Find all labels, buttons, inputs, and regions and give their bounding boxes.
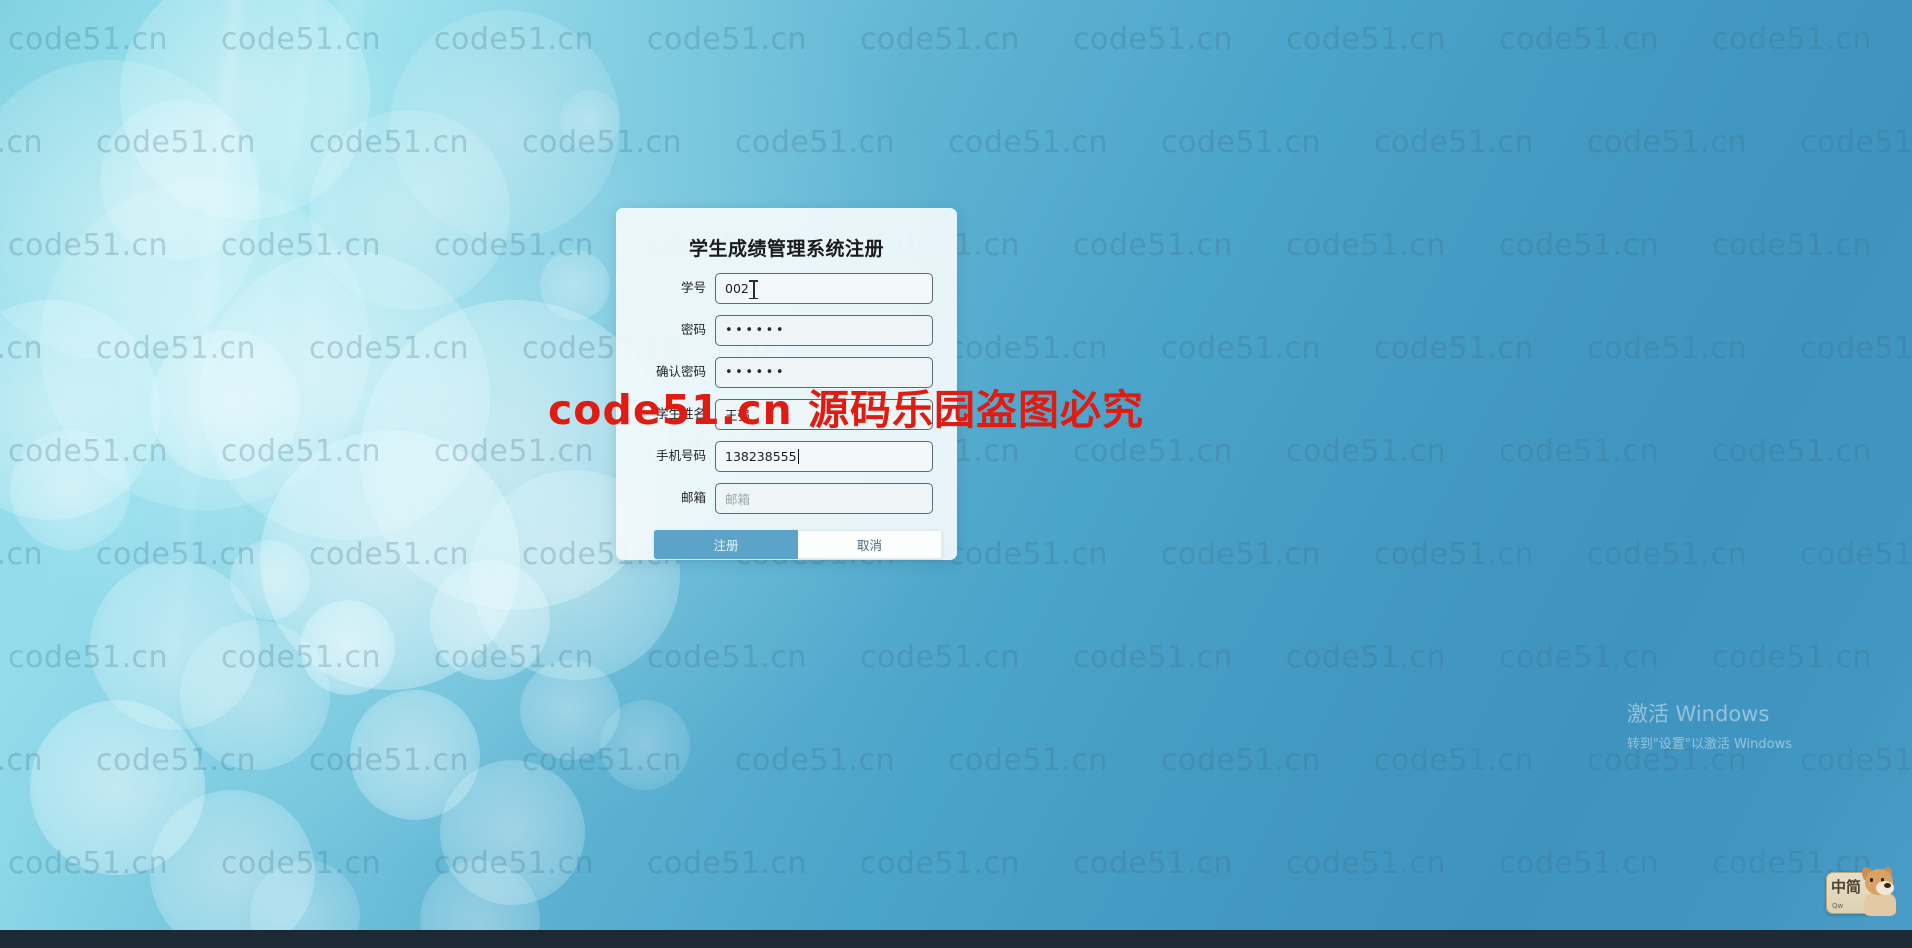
email-input[interactable]: 邮箱 (715, 483, 933, 514)
form-row-password: 密码 •••••• (620, 315, 933, 346)
phone-number-input[interactable]: 138238555 (715, 441, 933, 472)
form-row-student-name: 学生姓名 王强 (620, 399, 933, 430)
label-student-name: 学生姓名 (655, 406, 706, 422)
confirm-password-input[interactable]: •••••• (715, 357, 933, 388)
ibeam-cursor-icon (749, 280, 758, 299)
registration-card: 学生成绩管理系统注册 学号 002 密码 •••••• 确认密码 •••••• 学生姓名 王强… (616, 208, 957, 560)
page-title: 学生成绩管理系统注册 (688, 238, 884, 260)
text-caret (797, 449, 799, 464)
taskbar[interactable] (0, 930, 1912, 948)
student-name-value: 王强 (725, 408, 751, 423)
confirm-password-value: •••••• (725, 365, 787, 380)
student-id-value: 002 (725, 281, 749, 296)
password-value: •••••• (725, 323, 787, 338)
form-row-phone-number: 手机号码 138238555 (620, 441, 933, 472)
form-row-confirm-password: 确认密码 •••••• (620, 357, 933, 388)
register-button[interactable]: 注册 (654, 530, 798, 559)
ime-widget[interactable]: 中简 Qw (1826, 865, 1896, 918)
form-actions: 注册 取消 (654, 530, 942, 559)
student-name-input[interactable]: 王强 (715, 399, 933, 430)
student-id-input[interactable]: 002 (715, 273, 933, 304)
ime-sub-label: Qw (1832, 902, 1844, 910)
label-email: 邮箱 (680, 490, 706, 506)
label-phone-number: 手机号码 (655, 448, 706, 464)
password-input[interactable]: •••••• (715, 315, 933, 346)
form-row-student-id: 学号 002 (620, 273, 933, 304)
label-password: 密码 (680, 322, 706, 338)
email-placeholder: 邮箱 (725, 492, 751, 507)
registration-form: 学号 002 密码 •••••• 确认密码 •••••• 学生姓名 王强手机号码 1382385… (616, 267, 957, 514)
form-row-email: 邮箱 邮箱 (620, 483, 933, 514)
shiba-dog-icon (1856, 865, 1896, 916)
label-student-id: 学号 (680, 280, 706, 296)
desktop-screen: code51.cn code51.cn code51.cn code51.cn code… (0, 0, 1912, 948)
cancel-button[interactable]: 取消 (798, 530, 942, 559)
phone-number-value: 138238555 (725, 449, 797, 464)
label-confirm-password: 确认密码 (655, 364, 706, 380)
